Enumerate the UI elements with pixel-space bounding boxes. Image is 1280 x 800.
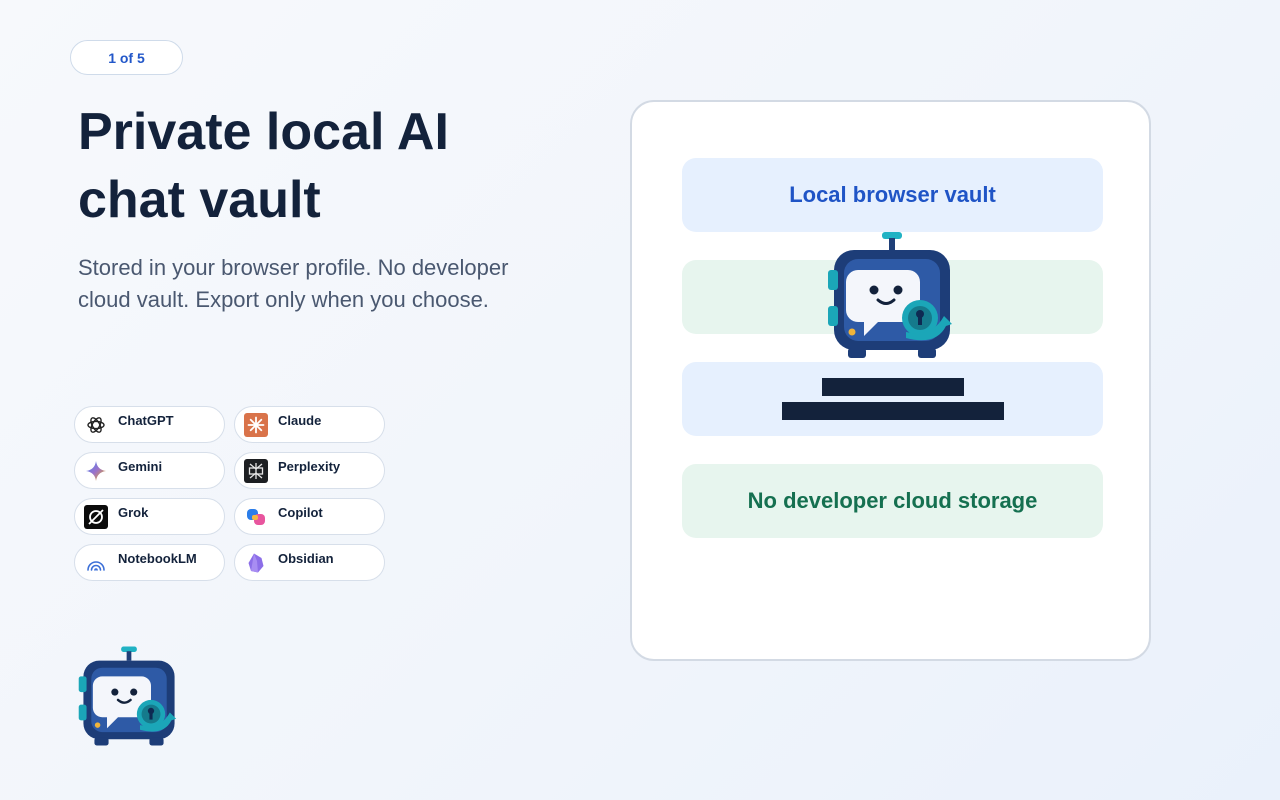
storage-label-bar: No developer cloud storage <box>682 464 1103 538</box>
vault-label-bar: Local browser vault <box>682 158 1103 232</box>
grok-icon <box>84 504 108 529</box>
claude-icon <box>244 412 268 437</box>
platform-label: ChatGPT <box>118 413 174 428</box>
storage-label: No developer cloud storage <box>747 488 1038 513</box>
page-subtitle: Stored in your browser profile. No devel… <box>78 255 509 312</box>
chatgpt-icon <box>84 413 108 437</box>
perplexity-icon <box>244 458 268 483</box>
redaction-block <box>821 378 964 396</box>
copilot-icon <box>244 505 268 529</box>
platform-label: Obsidian <box>278 551 334 566</box>
step-indicator: 1 of 5 <box>70 40 183 75</box>
page-title: Private local AI chat vault <box>78 103 449 229</box>
platform-chip-claude: Claude <box>234 406 385 443</box>
platform-list: ChatGPT Claude Gemini Perplexity Grok Co… <box>74 406 385 581</box>
platform-chip-chatgpt: ChatGPT <box>74 406 225 443</box>
platform-label: NotebookLM <box>118 551 197 566</box>
vault-mascot-icon <box>822 228 962 362</box>
platform-chip-obsidian: Obsidian <box>234 544 385 581</box>
platform-chip-gemini: Gemini <box>74 452 225 489</box>
platform-label: Perplexity <box>278 459 341 474</box>
vault-illustration-card: Local browser vault No developer cloud s… <box>630 100 1151 661</box>
vault-label: Local browser vault <box>789 182 996 207</box>
platform-chip-grok: Grok <box>74 498 225 535</box>
platform-chip-perplexity: Perplexity <box>234 452 385 489</box>
obsidian-icon <box>244 551 268 575</box>
step-indicator-label: 1 of 5 <box>108 49 145 66</box>
redacted-bar <box>682 362 1103 436</box>
vault-mascot-icon <box>74 640 184 752</box>
notebooklm-icon <box>84 551 108 575</box>
redaction-block <box>781 402 1004 420</box>
platform-label: Grok <box>118 505 149 520</box>
platform-label: Gemini <box>118 459 163 474</box>
gemini-icon <box>84 459 108 483</box>
platform-chip-notebooklm: NotebookLM <box>74 544 225 581</box>
platform-label: Copilot <box>278 505 323 520</box>
platform-label: Claude <box>278 413 322 428</box>
platform-chip-copilot: Copilot <box>234 498 385 535</box>
